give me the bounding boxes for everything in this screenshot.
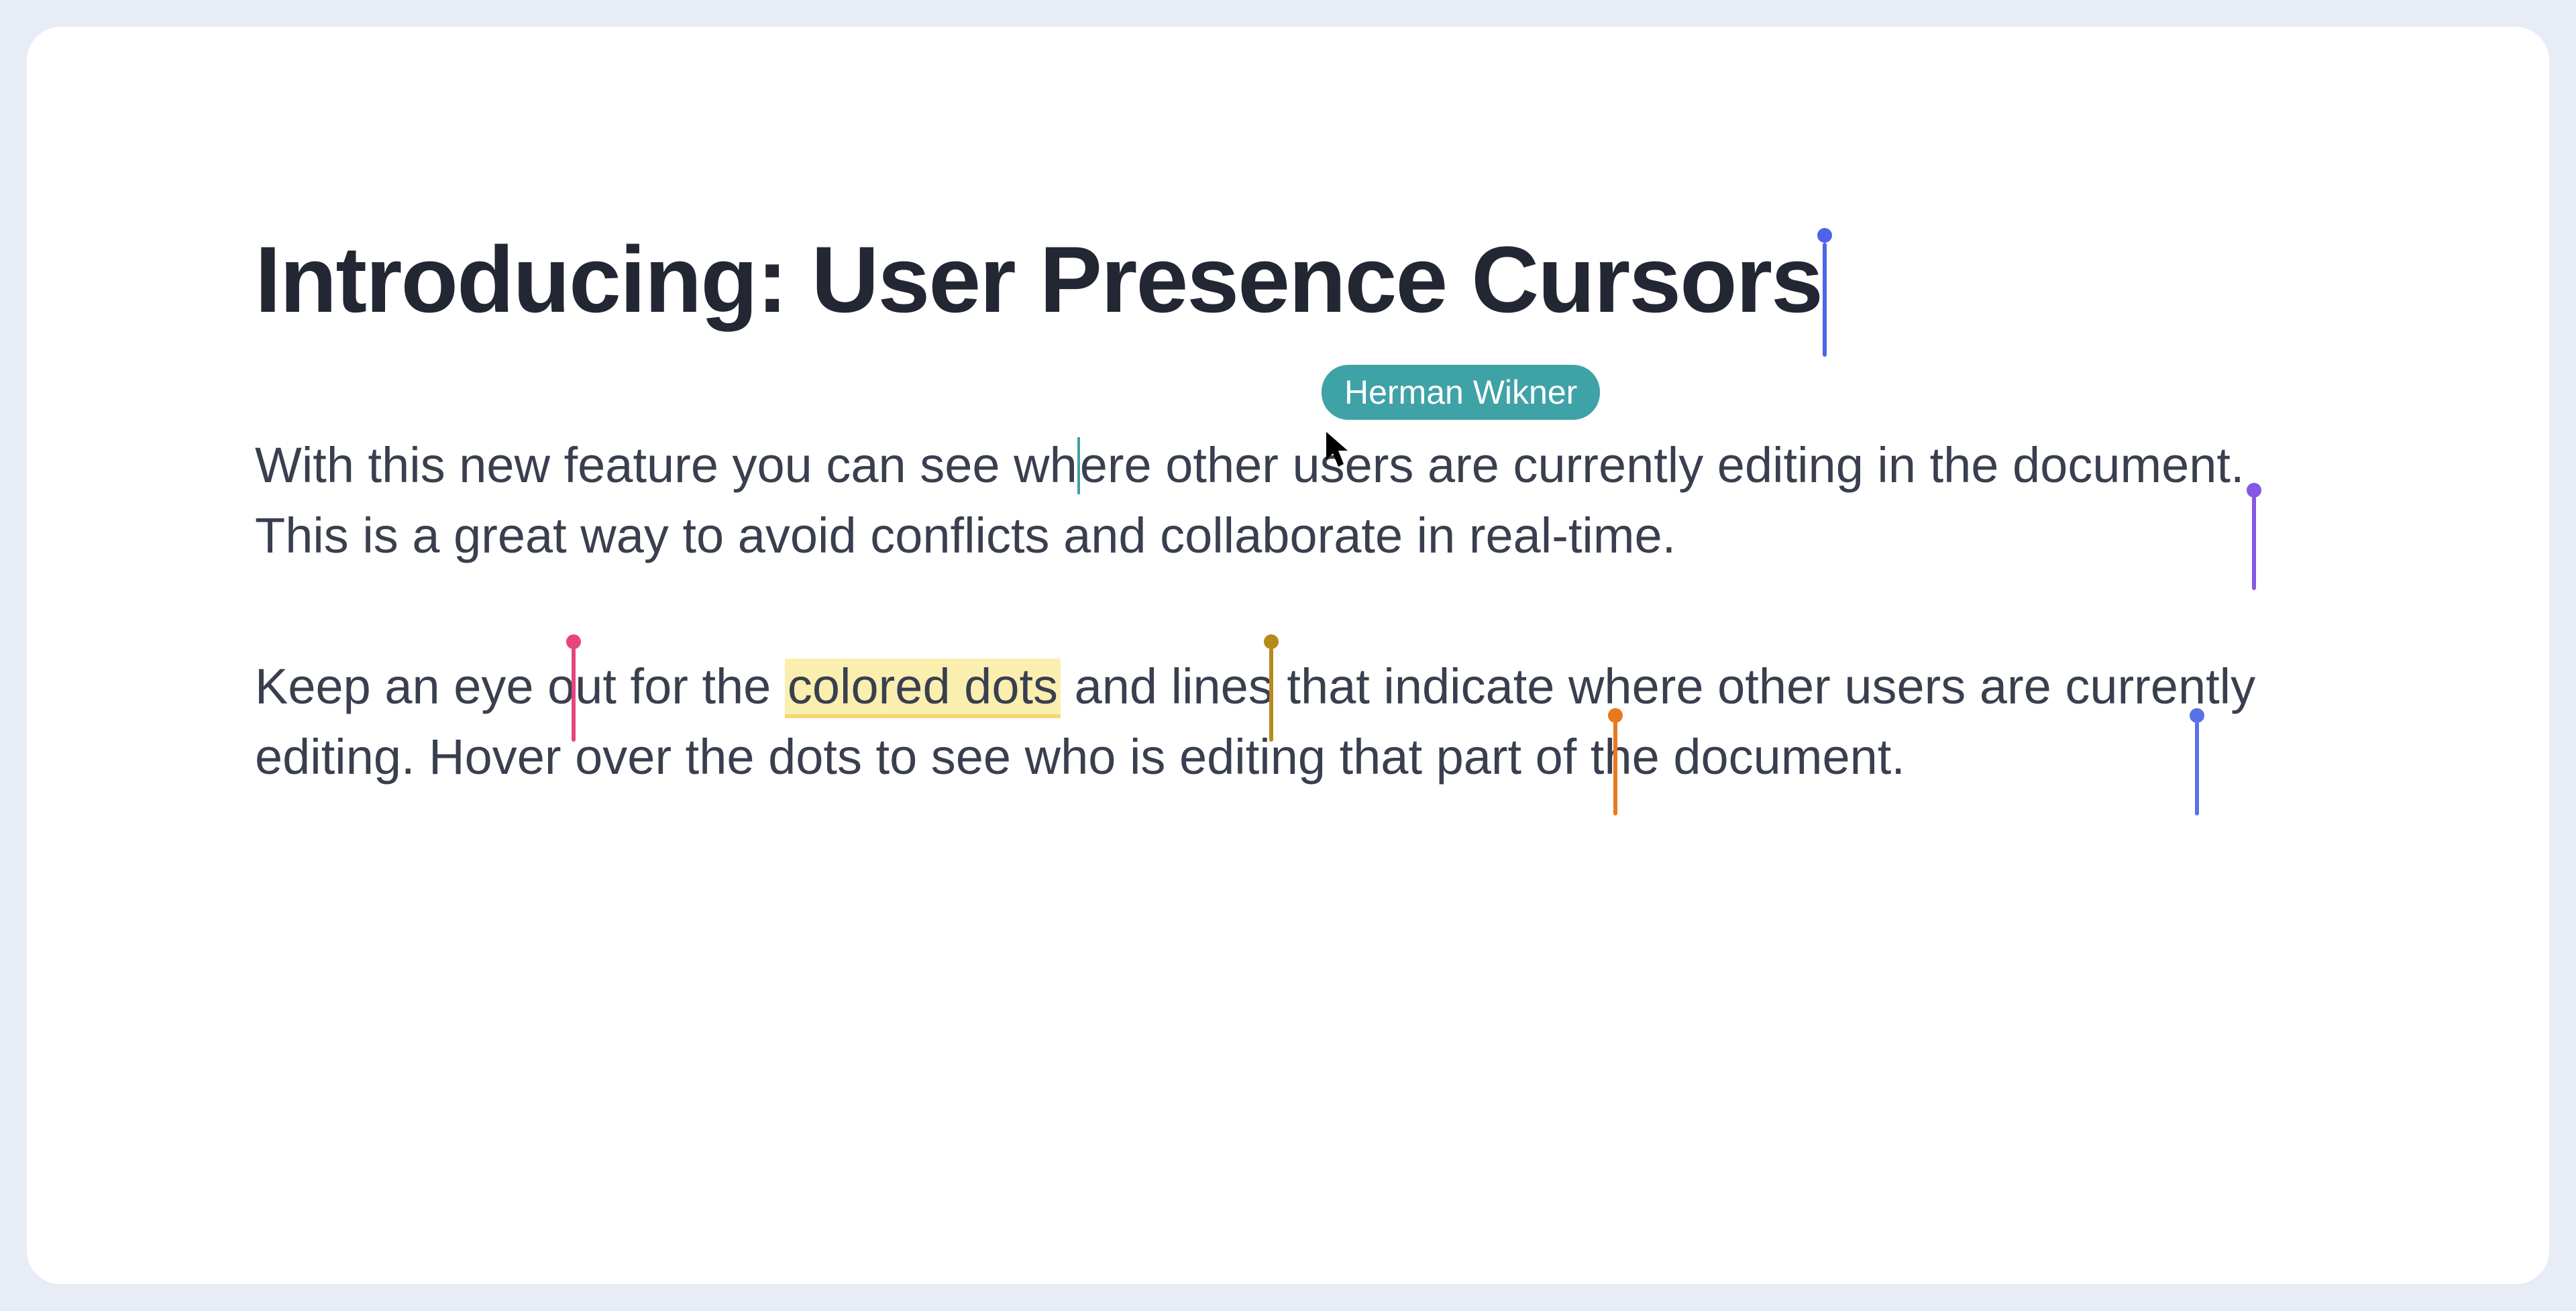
document-card: Introducing: User Presence Cursors With … bbox=[27, 27, 2549, 1284]
paragraph-2: Keep an eye out for the colored dots and… bbox=[255, 651, 2321, 792]
presence-stem-icon bbox=[2195, 722, 2199, 815]
presence-stem-icon bbox=[2252, 496, 2256, 590]
para1-part-a: With this new feature you can see wh bbox=[255, 437, 1077, 493]
text-caret bbox=[1077, 437, 1080, 494]
highlighted-text: colored dots bbox=[785, 659, 1061, 718]
presence-dot-icon bbox=[566, 634, 581, 649]
page-title: Introducing: User Presence Cursors bbox=[255, 228, 2321, 331]
presence-stem-icon bbox=[1823, 243, 1827, 357]
paragraph-1: With this new feature you can see where … bbox=[255, 425, 2321, 571]
presence-name-bubble[interactable]: Herman Wikner bbox=[1322, 365, 1600, 420]
para2-part-a: Keep an eye out for the bbox=[255, 659, 785, 714]
presence-dot-icon bbox=[2247, 483, 2261, 498]
title-text: Introducing: User Presence Cursors bbox=[255, 227, 1822, 332]
presence-dot-icon bbox=[1264, 634, 1279, 649]
presence-name-text: Herman Wikner bbox=[1344, 374, 1577, 411]
mouse-pointer-icon bbox=[1325, 418, 1352, 459]
